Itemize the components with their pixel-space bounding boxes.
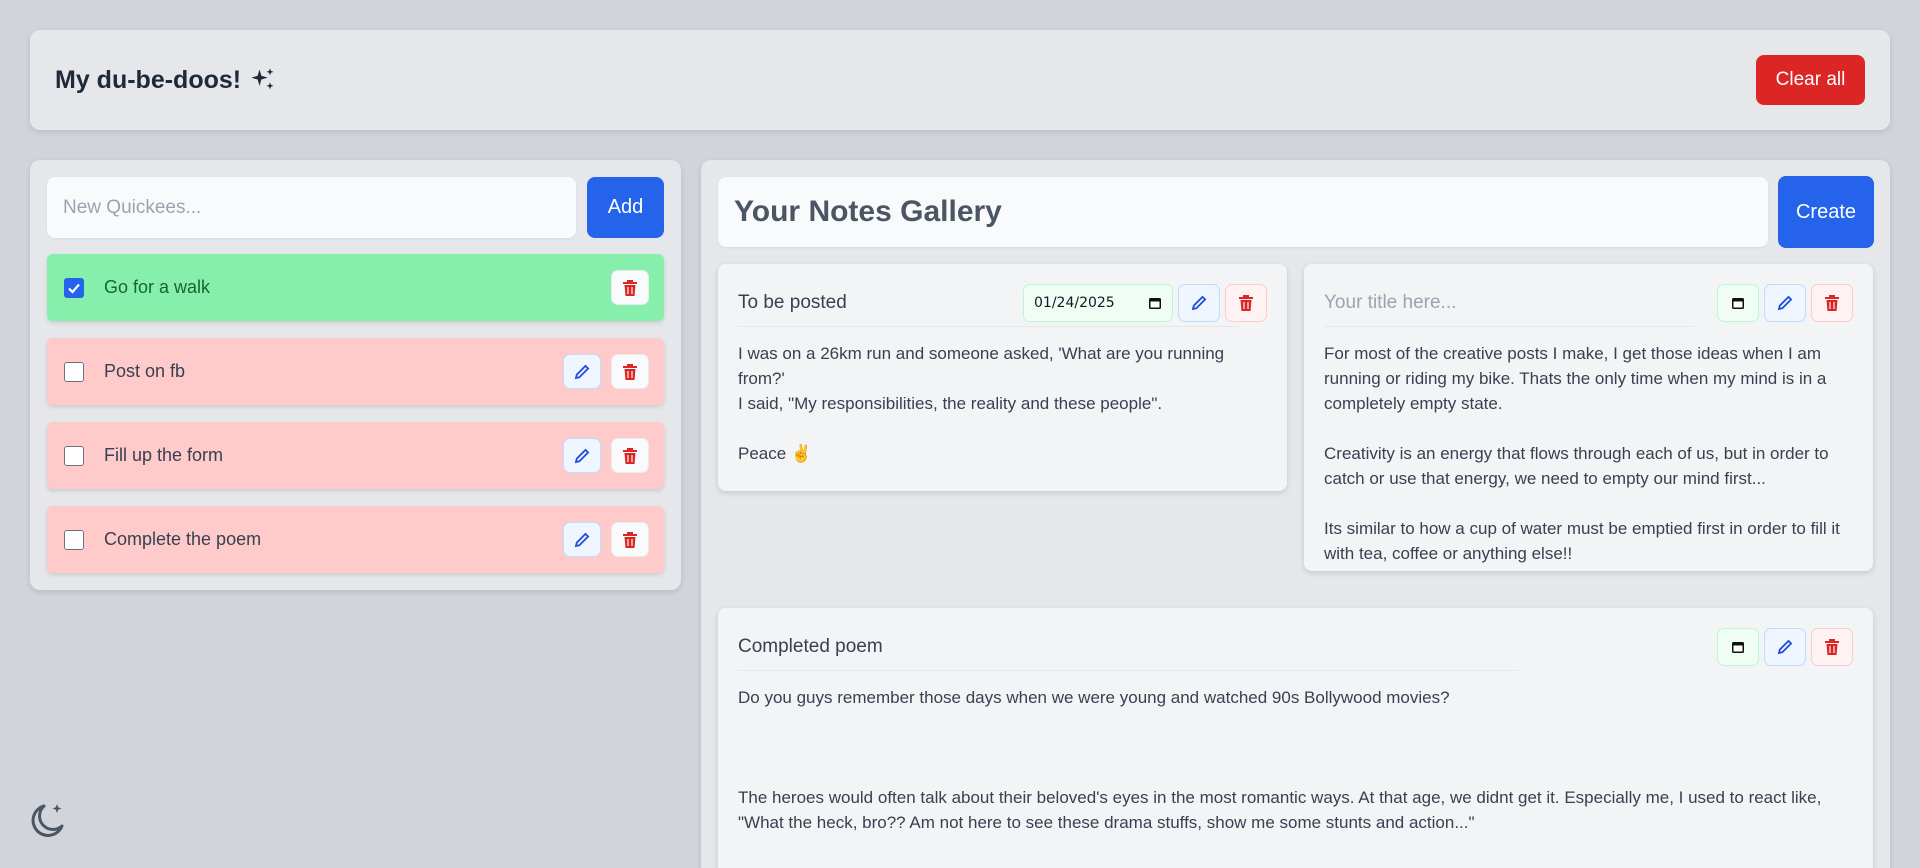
edit-todo-button[interactable] xyxy=(563,354,601,389)
note-date-input[interactable]: 01/24/2025 xyxy=(1023,284,1173,322)
trash-icon xyxy=(623,279,637,296)
delete-todo-button[interactable] xyxy=(611,522,649,557)
trash-icon xyxy=(1825,295,1839,311)
edit-note-button[interactable] xyxy=(1764,628,1806,666)
todo-item: Complete the poem xyxy=(47,506,664,573)
check-icon xyxy=(68,283,80,294)
calendar-icon xyxy=(1149,298,1161,309)
trash-icon xyxy=(1239,295,1253,311)
note-body[interactable]: I was on a 26km run and someone asked, '… xyxy=(738,341,1267,466)
delete-note-button[interactable] xyxy=(1811,628,1853,666)
todo-label: Go for a walk xyxy=(104,277,211,297)
note-card: To be posted 01/24/2025 I was on a 26km … xyxy=(718,264,1287,491)
delete-note-button[interactable] xyxy=(1225,284,1267,322)
trash-icon xyxy=(623,447,637,464)
pencil-icon xyxy=(1777,639,1793,655)
todo-checkbox[interactable] xyxy=(64,529,84,550)
pencil-icon xyxy=(574,448,590,463)
gallery-title-input[interactable]: Your Notes Gallery xyxy=(718,177,1768,247)
delete-todo-button[interactable] xyxy=(611,270,649,305)
note-title-input[interactable]: Your title here... xyxy=(1324,292,1712,314)
notes-panel: Your Notes Gallery Create To be posted 0… xyxy=(701,160,1890,868)
app-title: My du-be-doos! xyxy=(55,66,277,95)
todo-label: Post on fb xyxy=(104,361,186,381)
trash-icon xyxy=(623,531,637,548)
note-body[interactable]: For most of the creative posts I make, I… xyxy=(1324,341,1853,566)
note-divider xyxy=(738,326,1238,327)
date-picker-button[interactable] xyxy=(1717,284,1759,322)
note-body[interactable]: Do you guys remember those days when we … xyxy=(738,685,1853,835)
trash-icon xyxy=(623,363,637,380)
todo-item: Fill up the form xyxy=(47,422,664,489)
calendar-icon xyxy=(1732,298,1744,309)
todo-checkbox[interactable] xyxy=(64,277,84,298)
todo-input-row: New Quickees... Add xyxy=(47,177,664,238)
theme-toggle-button[interactable] xyxy=(28,800,68,840)
note-divider xyxy=(738,670,1518,671)
clear-all-button[interactable]: Clear all xyxy=(1756,55,1865,105)
note-header: Your title here... xyxy=(1324,284,1853,322)
todo-item: Go for a walk xyxy=(47,254,664,321)
note-divider xyxy=(1324,326,1694,327)
delete-todo-button[interactable] xyxy=(611,438,649,473)
note-header: Completed poem xyxy=(738,628,1853,666)
new-quickee-input[interactable]: New Quickees... xyxy=(47,177,576,238)
date-picker-button[interactable] xyxy=(1717,628,1759,666)
todo-checkbox[interactable] xyxy=(64,361,84,382)
pencil-icon xyxy=(1777,295,1793,311)
pencil-icon xyxy=(574,532,590,547)
note-header: To be posted 01/24/2025 xyxy=(738,284,1267,322)
app-header: My du-be-doos! Clear all xyxy=(30,30,1890,130)
trash-icon xyxy=(1825,639,1839,655)
note-card: Your title here... For most of the creat… xyxy=(1304,264,1873,571)
edit-note-button[interactable] xyxy=(1764,284,1806,322)
calendar-icon xyxy=(1732,642,1744,653)
edit-todo-button[interactable] xyxy=(563,438,601,473)
edit-todo-button[interactable] xyxy=(563,522,601,557)
note-title[interactable]: To be posted xyxy=(738,292,1023,314)
note-card: Completed poem Do you guys remember thos… xyxy=(718,608,1873,868)
note-title[interactable]: Completed poem xyxy=(738,636,1712,658)
todo-item: Post on fb xyxy=(47,338,664,405)
todo-checkbox[interactable] xyxy=(64,445,84,466)
delete-todo-button[interactable] xyxy=(611,354,649,389)
todo-label: Complete the poem xyxy=(104,529,262,549)
sparkles-icon xyxy=(251,68,274,90)
create-note-button[interactable]: Create xyxy=(1778,176,1874,248)
add-button[interactable]: Add xyxy=(587,177,664,238)
quickees-panel: New Quickees... Add Go for a walk Post o… xyxy=(30,160,681,590)
pencil-icon xyxy=(574,364,590,379)
moon-stars-icon xyxy=(31,804,64,837)
delete-note-button[interactable] xyxy=(1811,284,1853,322)
todo-label: Fill up the form xyxy=(104,445,224,465)
edit-note-button[interactable] xyxy=(1178,284,1220,322)
pencil-icon xyxy=(1191,295,1207,311)
